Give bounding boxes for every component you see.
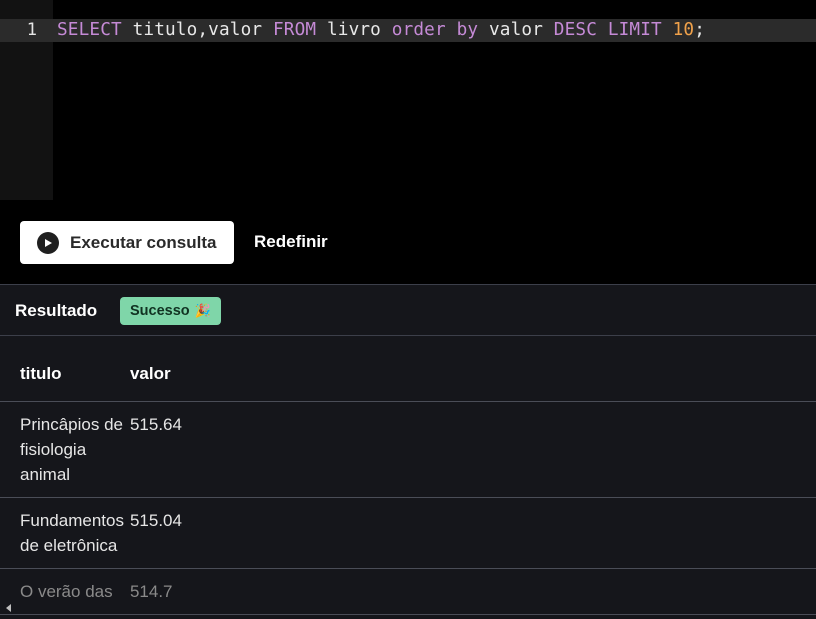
result-header: Resultado Sucesso 🎉 <box>0 285 816 336</box>
column-header-valor: valor <box>129 347 816 402</box>
code-columns: titulo,valor <box>121 20 273 40</box>
table-header-row: titulo valor <box>0 347 816 402</box>
scroll-left-arrow-icon[interactable] <box>6 604 11 612</box>
keyword-limit: LIMIT <box>607 20 662 40</box>
cell-valor: 515.64 <box>129 401 816 498</box>
keyword-order: order <box>391 20 446 40</box>
sql-editor[interactable]: 1 SELECT titulo,valor FROM livro order b… <box>0 0 816 200</box>
party-popper-icon: 🎉 <box>194 303 211 318</box>
run-query-label: Executar consulta <box>70 232 217 252</box>
line-number: 1 <box>26 20 37 40</box>
status-badge: Sucesso 🎉 <box>120 297 221 325</box>
result-panel: Resultado Sucesso 🎉 titulo valor Princâp… <box>0 284 816 619</box>
reset-button[interactable]: Redefinir <box>254 231 328 253</box>
keyword-desc: DESC <box>553 20 597 40</box>
cell-titulo: Princâpios de fisiologia animal <box>0 401 130 498</box>
cell-titulo: O verão das <box>0 568 130 615</box>
keyword-select: SELECT <box>57 20 122 40</box>
table-row: Fundamentos de eletrônica 515.04 <box>0 497 816 569</box>
table-row: O verão das 514.7 <box>0 568 816 615</box>
play-icon <box>37 231 59 254</box>
code-table: livro <box>316 20 392 40</box>
sql-code-line[interactable]: SELECT titulo,valor FROM livro order by … <box>57 19 705 42</box>
status-label: Sucesso <box>130 303 190 319</box>
cell-valor: 514.7 <box>129 568 816 615</box>
cell-titulo: Fundamentos de eletrônica <box>0 497 130 569</box>
keyword-by: by <box>456 20 479 40</box>
code-order-column: valor <box>478 20 554 40</box>
keyword-from: FROM <box>272 20 317 40</box>
result-title: Resultado <box>15 301 98 320</box>
table-row: Princâpios de fisiologia animal 515.64 <box>0 401 816 498</box>
cell-valor: 515.04 <box>129 497 816 569</box>
run-query-button[interactable]: Executar consulta <box>20 221 234 264</box>
results-table: titulo valor Princâpios de fisiologia an… <box>0 347 816 615</box>
number-literal: 10 <box>672 20 695 40</box>
code-semicolon: ; <box>694 20 706 40</box>
column-header-titulo: titulo <box>0 347 130 402</box>
